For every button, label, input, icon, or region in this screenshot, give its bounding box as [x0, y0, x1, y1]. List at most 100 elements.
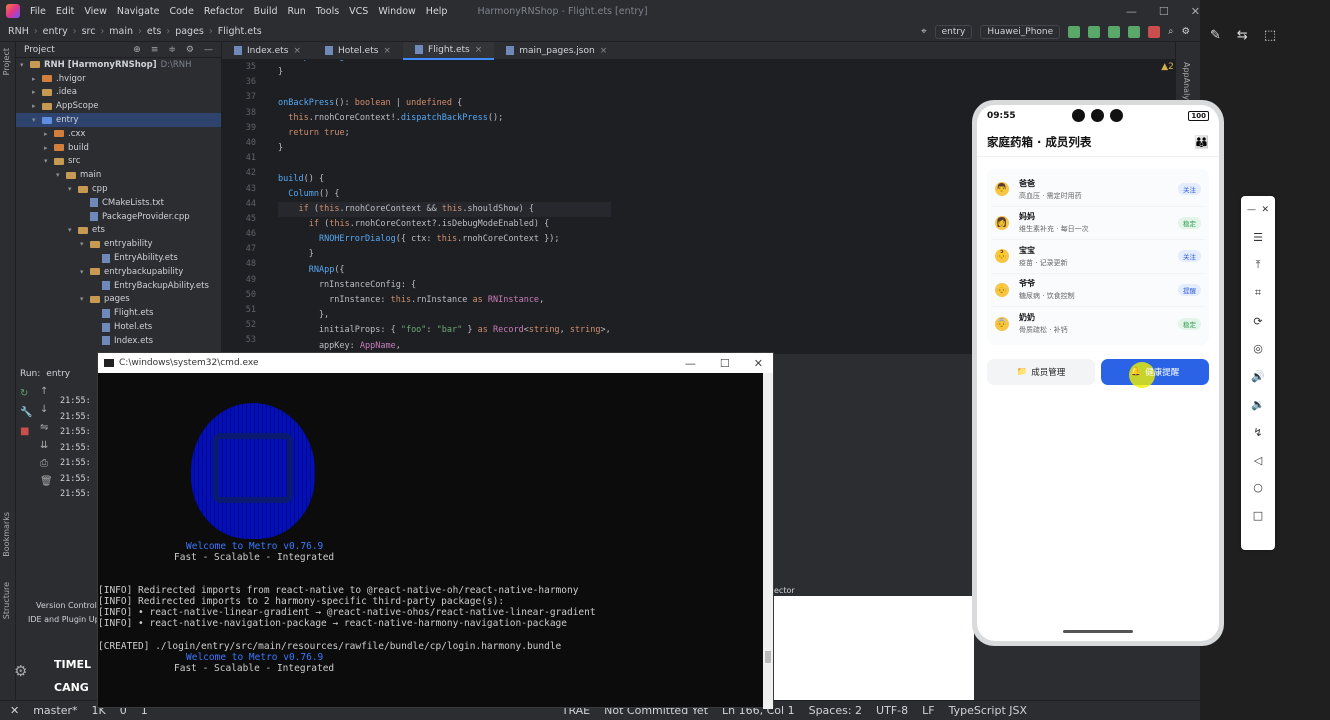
close-icon[interactable]: ×	[383, 46, 391, 56]
code-line[interactable]: if (this.rnohCoreContext && this.shouldS…	[278, 201, 611, 218]
code-line[interactable]: onBackPress(): boolean | undefined {	[278, 96, 611, 111]
close-icon[interactable]: ×	[475, 45, 483, 55]
tree-item[interactable]: ▾ main	[16, 168, 221, 182]
tree-item[interactable]: EntryAbility.ets	[16, 251, 221, 265]
project-dropdown[interactable]: Project	[24, 45, 55, 55]
expand-arrow-icon[interactable]: ▸	[32, 88, 42, 96]
close-icon[interactable]: ×	[600, 46, 608, 56]
cmd-maximize-icon[interactable]: ☐	[720, 357, 730, 370]
breadcrumb-item[interactable]: RNH	[8, 26, 29, 37]
tree-item[interactable]: ▸ .cxx	[16, 127, 221, 141]
volume-up-icon[interactable]: 🔊	[1241, 363, 1275, 391]
cmd-scrollbar[interactable]	[763, 373, 773, 709]
minimize-icon[interactable]: —	[1126, 5, 1137, 18]
trash-icon[interactable]: 🗑	[40, 476, 53, 487]
line-ending[interactable]: LF	[922, 704, 934, 717]
ide-plugin-updates[interactable]: IDE and Plugin Up	[28, 615, 100, 624]
member-row[interactable]: 👶 宝宝 疫苗 · 记录更新 关注	[991, 240, 1205, 274]
health-reminder-button[interactable]: 🔔 健康提醒	[1101, 358, 1209, 388]
cmd-close-icon[interactable]: ✕	[754, 357, 763, 370]
expand-arrow-icon[interactable]: ▾	[80, 295, 90, 303]
menu-item-navigate[interactable]: Navigate	[117, 6, 160, 17]
code-line[interactable]: },	[278, 308, 611, 323]
menu-item-build[interactable]: Build	[254, 6, 278, 17]
device-select[interactable]: Huawei_Phone	[980, 24, 1061, 39]
encoding[interactable]: UTF-8	[876, 704, 908, 717]
code-line[interactable]: }	[278, 141, 611, 156]
run-icon[interactable]	[1088, 25, 1101, 38]
print-icon[interactable]: ⎙	[40, 458, 53, 469]
breadcrumb-item[interactable]: entry	[43, 26, 68, 37]
sync-icon[interactable]	[1068, 25, 1081, 38]
tab-hotel-ets[interactable]: Hotel.ets ×	[313, 42, 403, 60]
menu-item-help[interactable]: Help	[426, 6, 448, 17]
crop-icon[interactable]: ⬚	[1264, 28, 1276, 43]
tree-item[interactable]: ▾ entryability	[16, 237, 221, 251]
code-line[interactable]: RNApp({	[278, 263, 611, 278]
member-row[interactable]: 👴 爷爷 糖尿病 · 饮食控制 提醒	[991, 274, 1205, 307]
tree-item[interactable]: ▾ src	[16, 155, 221, 169]
expand-arrow-icon[interactable]: ▸	[44, 130, 54, 138]
search-icon[interactable]: ⌕	[1168, 26, 1173, 37]
close-icon[interactable]: ✕	[1191, 5, 1200, 18]
tree-item[interactable]: Index.ets	[16, 334, 221, 348]
member-row[interactable]: 👩 妈妈 维生素补充 · 每日一次 稳定	[991, 207, 1205, 240]
menu-icon[interactable]: ☰	[1241, 224, 1275, 252]
breadcrumb-item[interactable]: pages	[175, 26, 204, 37]
shake-icon[interactable]: ↯	[1241, 418, 1275, 446]
breadcrumb-item[interactable]: Flight.ets	[218, 26, 262, 37]
run-config-select[interactable]: entry	[934, 24, 973, 39]
tree-item[interactable]: ▾ cpp	[16, 182, 221, 196]
bookmarks-tool-label[interactable]: Bookmarks	[2, 512, 11, 557]
expand-arrow-icon[interactable]: ▾	[68, 185, 78, 193]
tab-main-pages-json[interactable]: main_pages.json ×	[494, 42, 619, 60]
member-manage-button[interactable]: 📁 成员管理	[987, 358, 1095, 385]
expand-icon[interactable]: ≑	[168, 45, 176, 55]
code-line[interactable]: initialProps: { "foo": "bar" } as Record…	[278, 323, 611, 338]
menu-item-refactor[interactable]: Refactor	[204, 6, 244, 17]
target-icon[interactable]: ⌖	[921, 26, 926, 37]
menu-item-tools[interactable]: Tools	[316, 6, 339, 17]
cmd-output[interactable]: Welcome to Metro v0.76.9 Fast - Scalable…	[98, 373, 773, 709]
stop-icon[interactable]: ■	[20, 426, 32, 437]
hide-icon[interactable]: —	[204, 45, 213, 55]
scroll-end-icon[interactable]: ⇊	[40, 440, 53, 451]
collapse-icon[interactable]: ≡	[151, 45, 159, 55]
rotate-icon[interactable]: ⟳	[1241, 307, 1275, 335]
run-tab-entry[interactable]: entry	[46, 369, 70, 379]
menu-item-run[interactable]: Run	[288, 6, 306, 17]
close-icon[interactable]: ×	[293, 46, 301, 56]
tree-item[interactable]: ▸ AppScope	[16, 99, 221, 113]
family-icon[interactable]: 👪	[1194, 135, 1209, 149]
project-tool-label[interactable]: Project	[2, 48, 11, 75]
code-line[interactable]: Column() {	[278, 187, 611, 202]
expand-arrow-icon[interactable]: ▸	[32, 75, 42, 83]
tree-item[interactable]: ▾ pages	[16, 293, 221, 307]
code-line[interactable]	[278, 156, 611, 171]
code-line[interactable]: }	[278, 65, 611, 80]
menu-item-view[interactable]: View	[84, 6, 107, 17]
change-item[interactable]: CANG	[54, 681, 89, 694]
back-icon[interactable]: ◁	[1241, 446, 1275, 474]
menu-item-file[interactable]: File	[30, 6, 46, 17]
code-content[interactable]: stopTracing();}onBackPress(): boolean | …	[278, 60, 611, 354]
recents-icon[interactable]: □	[1241, 502, 1275, 530]
menu-item-edit[interactable]: Edit	[56, 6, 74, 17]
code-line[interactable]: this.rnohCoreContext!.dispatchBackPress(…	[278, 111, 611, 126]
down-arrow-icon[interactable]: ↓	[40, 404, 53, 415]
stop-icon[interactable]	[1148, 25, 1161, 38]
code-line[interactable]: rnInstanceConfig: {	[278, 278, 611, 293]
file-type[interactable]: TypeScript JSX	[949, 704, 1027, 717]
code-line[interactable]: if (this.rnohCoreContext?.isDebugModeEna…	[278, 217, 611, 232]
gear-icon[interactable]: ⚙	[1181, 26, 1190, 37]
tab-index-ets[interactable]: Index.ets ×	[222, 42, 313, 60]
minimize-icon[interactable]: —	[1247, 205, 1256, 215]
tree-item[interactable]: ▸ .idea	[16, 86, 221, 100]
expand-arrow-icon[interactable]: ▸	[44, 144, 54, 152]
cmd-minimize-icon[interactable]: —	[685, 357, 696, 370]
up-arrow-icon[interactable]: ↑	[40, 386, 53, 397]
tree-item[interactable]: Hotel.ets	[16, 320, 221, 334]
locate-icon[interactable]: ⊕	[133, 45, 141, 55]
tree-item[interactable]: ▸ .hvigor	[16, 72, 221, 86]
pin-top-icon[interactable]: ⤒	[1241, 252, 1275, 280]
